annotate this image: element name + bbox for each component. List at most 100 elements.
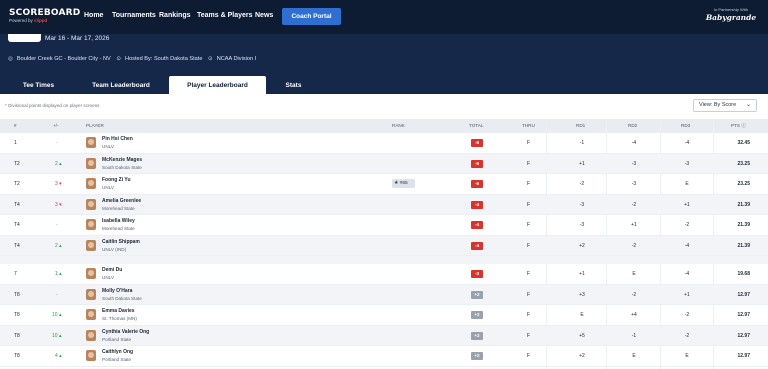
- row-rd1: -1: [579, 140, 585, 146]
- player-name[interactable]: Caitlin Shippam: [102, 239, 140, 245]
- player-name[interactable]: Molly O'Hara: [102, 288, 132, 294]
- player-name[interactable]: Pin Hsi Chen: [102, 136, 133, 142]
- player-school[interactable]: South Dakota State: [102, 165, 142, 170]
- avatar[interactable]: [86, 268, 96, 279]
- arrow-up-icon: ▴: [57, 242, 62, 249]
- logo-powered-label: Powered by: [9, 18, 33, 23]
- avatar[interactable]: [86, 198, 96, 210]
- col-rd1[interactable]: RD1: [576, 123, 585, 128]
- avatar[interactable]: [86, 178, 96, 189]
- player-school[interactable]: Portland State: [102, 357, 131, 362]
- col-movement[interactable]: +/-: [53, 123, 59, 128]
- player-name[interactable]: Amelia Greenlee: [102, 198, 141, 204]
- row-rd3: E: [685, 353, 689, 359]
- avatar[interactable]: [86, 350, 96, 361]
- table-row[interactable]: T2 2 ▴ McKenzie Mages South Dakota State -5 F…: [0, 153, 768, 174]
- event-division: NCAA Division I: [216, 56, 257, 62]
- col-rd2[interactable]: RD2: [628, 123, 637, 128]
- player-school[interactable]: UNLV: [102, 275, 114, 280]
- col-position[interactable]: #: [14, 123, 17, 128]
- logo-powered-by: Powered by clippd: [9, 18, 80, 24]
- total-score-badge: +2: [471, 331, 483, 340]
- event-info: ◎ Boulder Creek GC - Boulder City - NV ⊙ H…: [8, 56, 260, 62]
- view-select-dropdown[interactable]: View: By Score ⌄: [693, 99, 757, 112]
- table-row[interactable]: T8 10 ▴ Cynthia Valerie Ong Portland State +…: [0, 325, 768, 346]
- row-rd1: E: [580, 312, 584, 318]
- player-name[interactable]: Emma Davies: [102, 308, 135, 314]
- table-row[interactable]: T8 10 ▴ Emma Davies St. Thomas (MN) +2 F E +4 -2…: [0, 305, 768, 326]
- avatar[interactable]: [86, 137, 96, 148]
- total-score-badge: +2: [471, 290, 483, 299]
- tab-tee-times[interactable]: Tee Times: [10, 76, 67, 94]
- player-school[interactable]: UNLV: [102, 144, 114, 149]
- row-position: T8: [14, 353, 20, 359]
- player-name[interactable]: McKenzie Mages: [102, 157, 142, 163]
- table-row[interactable]: T8 4 ▴ Caithlyn Ong Portland State +2 F +2 E E 12…: [0, 346, 768, 367]
- info-icon[interactable]: ⓘ: [741, 123, 746, 128]
- player-name[interactable]: Foong Zi Yu: [102, 177, 131, 183]
- total-score-badge: -5: [471, 180, 483, 188]
- player-school[interactable]: South Dakota State: [102, 296, 142, 301]
- table-row[interactable]: T2 3 ▾ Foong Zi Yu UNLV ★ #65 -5 F -2 -3 E 23.25: [0, 174, 768, 195]
- event-course: Boulder Creek GC - Boulder City - NV: [16, 56, 111, 62]
- player-name[interactable]: Caithlyn Ong: [102, 349, 133, 355]
- tab-team-leaderboard[interactable]: Team Leaderboard: [79, 76, 163, 94]
- row-movement: 2 ▴: [55, 243, 62, 249]
- row-rd3: E: [685, 181, 689, 187]
- col-rd3[interactable]: RD3: [681, 123, 690, 128]
- avatar[interactable]: [86, 329, 96, 341]
- arrow-up-icon: ▴: [57, 353, 62, 359]
- row-position: T4: [14, 201, 20, 208]
- nav-link-tournaments[interactable]: Tournaments: [112, 12, 156, 19]
- row-thru: F: [527, 160, 531, 167]
- coach-portal-button[interactable]: Coach Portal: [282, 8, 341, 25]
- row-movement: -: [56, 140, 58, 146]
- avatar[interactable]: [86, 309, 96, 320]
- row-thru: F: [527, 222, 531, 228]
- col-total[interactable]: TOTAL: [469, 123, 483, 128]
- table-row[interactable]: T4 3 ▾ Amelia Greenlee Morehead State -4 F -3 -…: [0, 194, 768, 215]
- partner-logo[interactable]: In Partnership With Babygrande: [701, 7, 761, 24]
- avatar[interactable]: [86, 219, 96, 230]
- col-thru[interactable]: THRU: [522, 123, 535, 128]
- row-rd1: +3: [579, 291, 585, 298]
- tab-player-leaderboard[interactable]: Player Leaderboard: [169, 76, 266, 94]
- table-row[interactable]: T4 - Isabella Wiley Morehead State -4 F -3 +1 -2…: [0, 215, 768, 236]
- player-school[interactable]: Morehead State: [102, 206, 135, 211]
- nav-link-rankings[interactable]: Rankings: [159, 12, 191, 19]
- player-name[interactable]: Isabella Wiley: [102, 218, 135, 224]
- player-name[interactable]: Cynthia Valerie Ong: [102, 329, 149, 335]
- col-rank[interactable]: RANK: [392, 123, 405, 128]
- avatar[interactable]: [86, 239, 96, 251]
- avatar[interactable]: [86, 157, 96, 169]
- col-points[interactable]: PTS ⓘ: [731, 123, 746, 129]
- nav-link-news[interactable]: News: [255, 12, 273, 19]
- arrow-down-icon: ▾: [57, 181, 62, 187]
- player-school[interactable]: UNLV: [102, 185, 114, 190]
- table-row[interactable]: T4 2 ▴ Caitlin Shippam UNLV (IND) -4 F +2 -2 -4 2…: [0, 235, 768, 256]
- player-school[interactable]: Portland State: [102, 337, 131, 342]
- arrow-up-icon: ▴: [57, 332, 62, 339]
- player-school[interactable]: Morehead State: [102, 226, 135, 231]
- avatar[interactable]: [86, 288, 96, 300]
- total-score-badge: -8: [471, 139, 483, 147]
- table-row[interactable]: T8 - Molly O'Hara South Dakota State +2 F +3 -2…: [0, 284, 768, 305]
- nav-link-home[interactable]: Home: [84, 12, 103, 19]
- scoreboard-logo[interactable]: SCOREBOARD Powered by clippd: [9, 8, 80, 24]
- table-row[interactable]: 1 - Pin Hsi Chen UNLV -8 F -1 -4 -4 32.45: [0, 133, 768, 154]
- col-player[interactable]: PLAYER: [86, 123, 104, 128]
- row-rd2: -4: [631, 140, 637, 146]
- row-position: T8: [14, 291, 20, 298]
- row-movement: -: [56, 222, 58, 228]
- player-name[interactable]: Demi Du: [102, 267, 122, 273]
- row-movement: 1 ▴: [55, 271, 62, 277]
- view-select-value: View: By Score: [699, 102, 737, 108]
- tab-stats[interactable]: Stats: [278, 76, 309, 94]
- nav-link-teams-players[interactable]: Teams & Players: [197, 12, 253, 19]
- row-rd2: -3: [631, 160, 637, 167]
- player-school[interactable]: St. Thomas (MN): [102, 316, 137, 321]
- row-points: 19.68: [737, 271, 750, 277]
- total-score-badge: +2: [471, 352, 483, 360]
- table-row[interactable]: 7 1 ▴ Demi Du UNLV -3 F +1 E -4 19.68: [0, 264, 768, 285]
- player-school[interactable]: UNLV (IND): [102, 247, 126, 252]
